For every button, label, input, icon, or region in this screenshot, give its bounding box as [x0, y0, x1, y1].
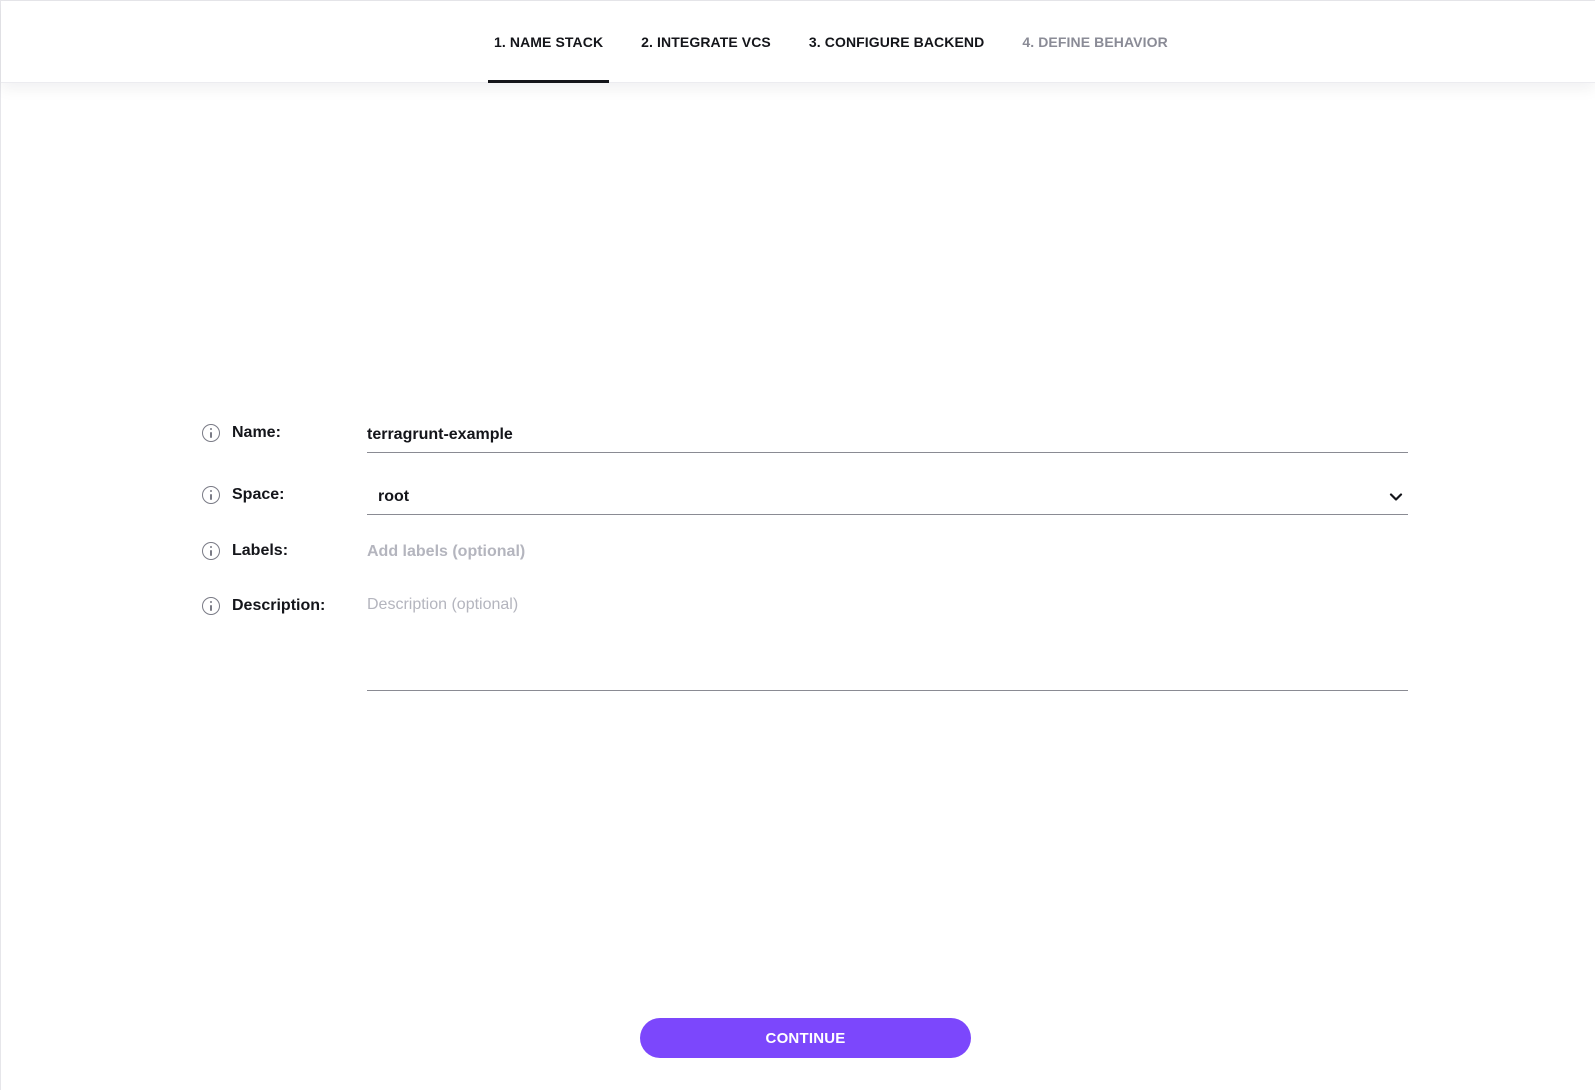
step-configure-backend[interactable]: 3. CONFIGURE BACKEND — [803, 1, 990, 83]
space-selected-value: root — [378, 488, 410, 505]
step-integrate-vcs[interactable]: 2. INTEGRATE VCS — [635, 1, 777, 83]
description-field — [367, 593, 1408, 691]
description-row: Description: — [202, 585, 1408, 695]
step-label: 4. DEFINE BEHAVIOR — [1022, 34, 1168, 50]
step-label: 2. INTEGRATE VCS — [641, 34, 771, 50]
wizard-steps: 1. NAME STACK 2. INTEGRATE VCS 3. CONFIG… — [488, 1, 1200, 83]
name-input[interactable] — [367, 418, 1408, 452]
continue-button[interactable]: CONTINUE — [640, 1018, 971, 1058]
name-field — [367, 418, 1408, 453]
space-label-group: Space: — [202, 486, 284, 504]
labels-field — [367, 538, 1408, 566]
step-define-behavior: 4. DEFINE BEHAVIOR — [1016, 1, 1173, 83]
labels-input[interactable] — [367, 538, 1408, 566]
labels-label-group: Labels: — [202, 542, 288, 560]
wizard-header: 1. NAME STACK 2. INTEGRATE VCS 3. CONFIG… — [1, 1, 1595, 83]
step-label: 3. CONFIGURE BACKEND — [808, 34, 985, 50]
description-textarea[interactable] — [367, 593, 1408, 685]
step-label: 1. NAME STACK — [494, 34, 604, 50]
chevron-down-icon[interactable] — [1388, 489, 1404, 505]
space-label: Space: — [232, 486, 285, 503]
description-label-group: Description: — [202, 597, 325, 615]
name-label-group: Name: — [202, 424, 281, 442]
step-name-stack[interactable]: 1. NAME STACK — [488, 1, 610, 83]
info-circle-icon[interactable] — [202, 542, 220, 560]
labels-row: Labels: — [202, 530, 1408, 566]
info-circle-icon[interactable] — [202, 424, 220, 442]
info-circle-icon[interactable] — [202, 597, 220, 615]
info-circle-icon[interactable] — [202, 486, 220, 504]
name-row: Name: — [202, 410, 1408, 454]
space-select[interactable]: root — [367, 480, 1408, 515]
labels-label: Labels: — [232, 542, 289, 559]
description-label: Description: — [232, 597, 326, 614]
name-label: Name: — [232, 424, 281, 441]
space-row: Space: root — [202, 472, 1408, 518]
